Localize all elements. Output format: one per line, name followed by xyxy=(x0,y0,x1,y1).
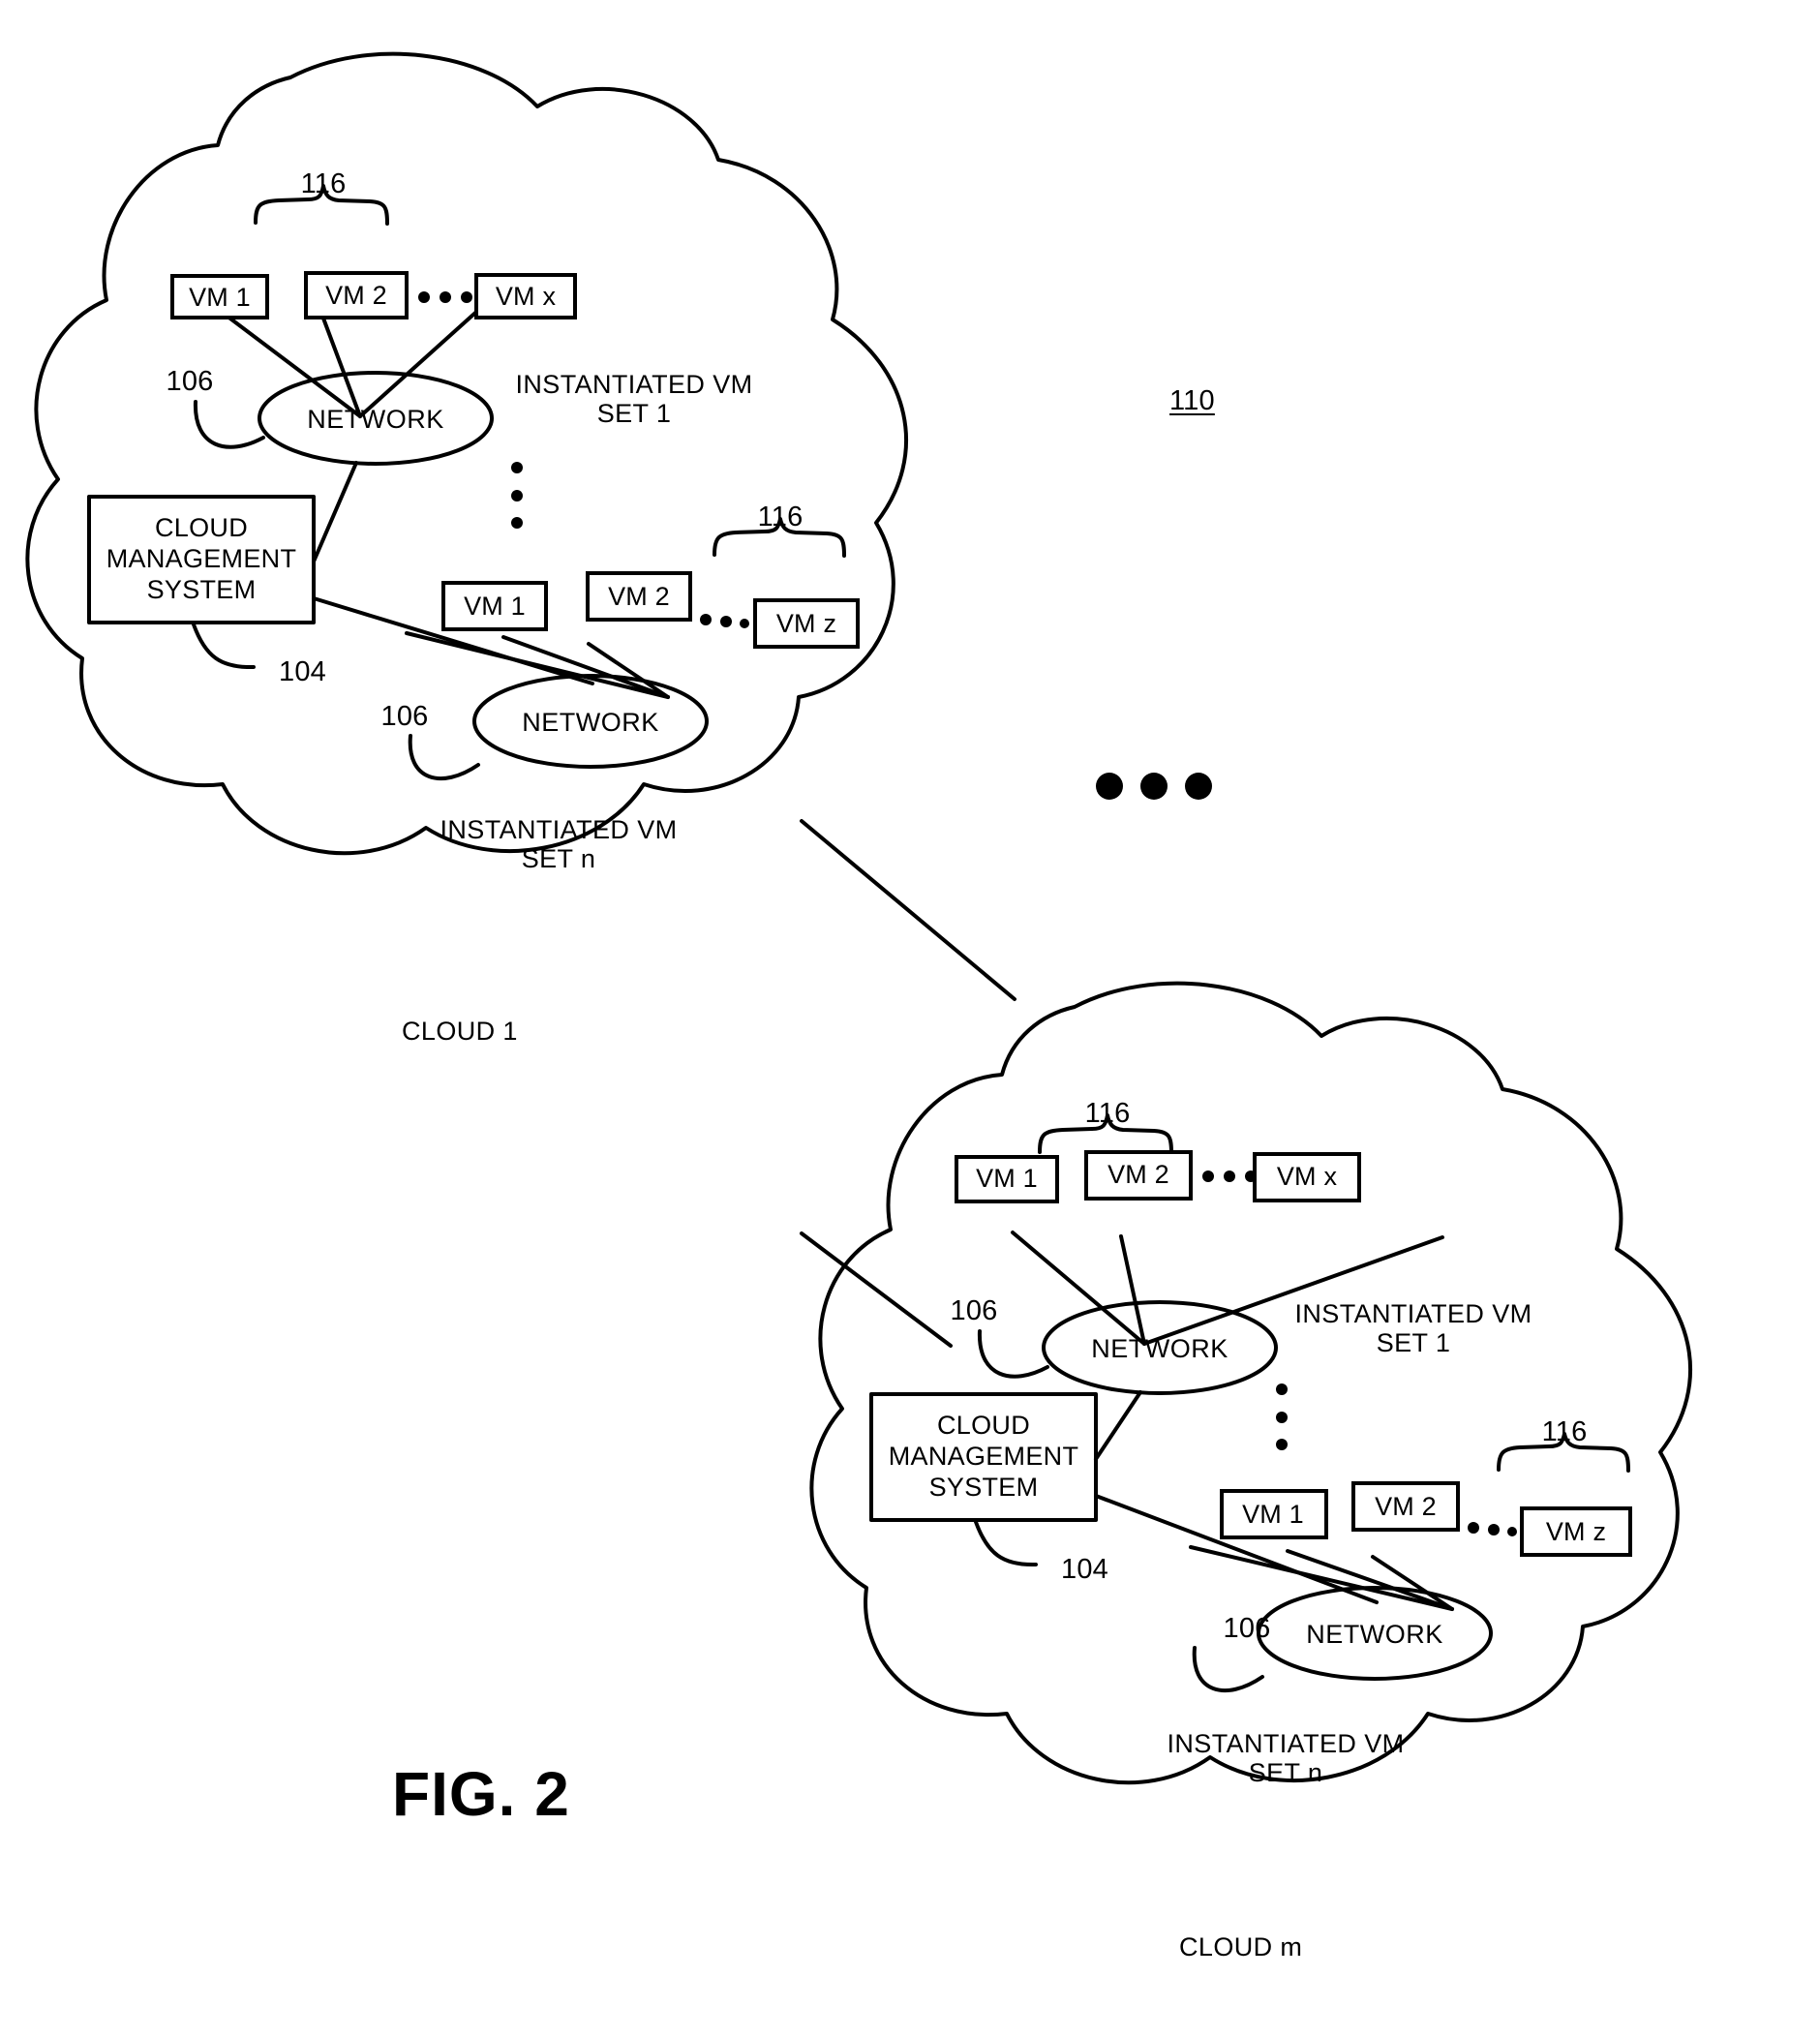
diagram-canvas xyxy=(0,0,1820,2037)
cloud-m-set-n-network-label: NETWORK xyxy=(1306,1619,1443,1649)
cloud-m-set-n-network-ref: 106 xyxy=(1223,1612,1271,1644)
cloud-m-set-1-network-ref: 106 xyxy=(950,1294,998,1326)
cloud-1-set-n-vm-1: VM 1 xyxy=(464,591,526,621)
cloud-1-set-n-bracket-ref: 116 xyxy=(757,501,804,532)
patent-figure: FIG. 2 110 116 VM 1 VM 2 VM x 106 NETWOR… xyxy=(0,0,1820,2037)
cloud-1-set-n-vm-2: VM 2 xyxy=(608,581,670,611)
cloud-m-set-1-vm-2: VM 2 xyxy=(1107,1159,1169,1189)
cloud-1-set-n-network-ref: 106 xyxy=(380,700,429,732)
cloud-1-set-1-title: INSTANTIATED VM SET 1 xyxy=(515,369,753,428)
cloud-m-cms-ref: 104 xyxy=(1061,1554,1108,1585)
cloud-1-set-1-network-ref: 106 xyxy=(166,365,214,397)
cloud-m-set-1-network-label: NETWORK xyxy=(1091,1333,1228,1363)
cloud-m-set-n-vm-2: VM 2 xyxy=(1375,1491,1437,1521)
cloud-m-set-n-bracket-ref: 116 xyxy=(1541,1415,1588,1447)
cloud-1-set-1-vm-1: VM 1 xyxy=(189,282,251,312)
cloud-m-set-1-vm-1: VM 1 xyxy=(976,1163,1038,1193)
cloud-m-set-n-vm-z: VM z xyxy=(1545,1516,1607,1546)
cloud-1-set-1-vm-2: VM 2 xyxy=(325,280,387,310)
cloud-1-set-n-network-label: NETWORK xyxy=(522,707,659,737)
cloud-1-set-n-vm-z: VM z xyxy=(775,608,837,638)
cloud-m-set-1-vm-x: VM x xyxy=(1276,1161,1338,1191)
cloud-1-cms-ref: 104 xyxy=(279,656,326,687)
cloud-m-set-n-vm-1: VM 1 xyxy=(1242,1499,1304,1529)
cloud-1-set-1-vm-x: VM x xyxy=(495,281,557,311)
cloud-1-set-1-bracket-ref: 116 xyxy=(300,167,347,199)
cloud-1-name: CLOUD 1 xyxy=(402,1017,518,1046)
cloud-m-set-1-title: INSTANTIATED VM SET 1 xyxy=(1294,1298,1532,1357)
cloud-1-cms-label: CLOUD MANAGEMENT SYSTEM xyxy=(106,513,297,604)
cloud-m-set-n-title: INSTANTIATED VM SET n xyxy=(1167,1728,1405,1787)
cloud-m-set-1-bracket-ref: 116 xyxy=(1084,1097,1131,1129)
cloud-1-set-1-network-label: NETWORK xyxy=(307,404,444,434)
cloud-m-cms-label: CLOUD MANAGEMENT SYSTEM xyxy=(888,1411,1079,1502)
figure-caption: FIG. 2 xyxy=(392,1759,570,1829)
system-ref-110: 110 xyxy=(1169,385,1215,416)
cloud-1-set-n-title: INSTANTIATED VM SET n xyxy=(440,814,678,873)
cloud-m-name: CLOUD m xyxy=(1179,1932,1303,1961)
